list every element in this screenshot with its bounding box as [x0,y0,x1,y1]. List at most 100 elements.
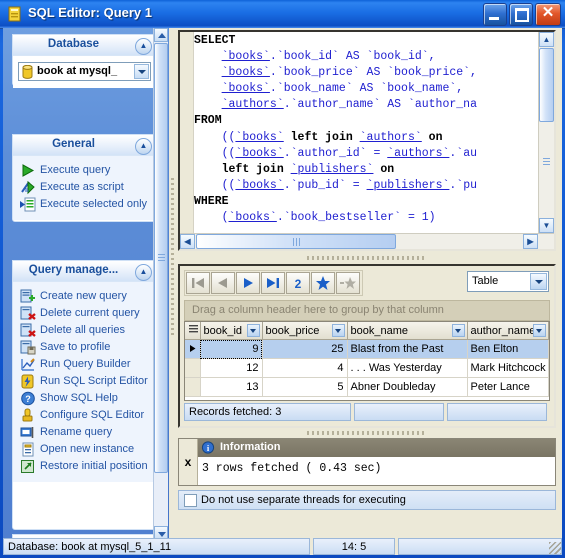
editor-vertical-scrollbar[interactable]: ▲ ▼ [538,32,554,233]
grid-cell[interactable]: Peter Lance [467,377,549,397]
sql-code-text[interactable]: SELECT `books`.`book_id` AS `book_id`, `… [194,33,538,233]
chevron-down-icon[interactable] [533,324,546,337]
sidebar-item-delete-current-query[interactable]: Delete current query [18,305,151,322]
grid-column-header[interactable]: book_price [262,322,348,340]
information-icon: i [201,441,215,455]
row-indicator[interactable] [185,358,201,378]
minimize-button[interactable] [483,3,507,26]
editor-results-splitter[interactable] [178,253,556,263]
grid-column-header[interactable]: author_name [467,322,549,340]
group-by-box[interactable]: Drag a column header here to group by th… [184,300,550,321]
delete-query-icon [20,306,36,321]
grid-column-header[interactable]: book_name [347,322,468,340]
grid-column-label: book_price [265,324,320,337]
chevron-down-icon[interactable] [134,64,149,79]
next-record-button[interactable] [236,272,260,294]
chevron-down-icon[interactable] [530,273,547,290]
grid-cell[interactable]: Abner Doubleday [347,377,468,397]
sidebar-item-create-new-query[interactable]: Create new query [18,288,151,305]
information-panel-title: Information [220,441,281,453]
delete-record-button[interactable] [336,272,360,294]
sidebar-item-label: Execute query [40,164,111,176]
refresh-button[interactable]: 2 [286,272,310,294]
separate-threads-checkbox[interactable] [184,494,197,507]
database-combo[interactable]: book at mysql_ [18,62,151,81]
task-panel-sidebar: Database ▲ book at mysql_ General ▲ Exec… [3,28,168,540]
chevron-up-icon[interactable]: ▲ [135,138,152,155]
sidebar-item-open-new-instance[interactable]: Open new instance [18,441,151,458]
prior-record-button[interactable] [211,272,235,294]
separate-threads-label[interactable]: Do not use separate threads for executin… [201,494,406,506]
sidebar-splitter[interactable] [169,28,176,540]
chevron-up-icon[interactable]: ▲ [135,264,152,281]
chevron-down-icon[interactable] [331,324,345,337]
editor-scroll-up-button[interactable]: ▲ [539,32,554,47]
grid-cell[interactable]: 12 [200,358,263,378]
editor-horizontal-scrollbar[interactable]: ◀ ▶ [180,233,554,249]
sidebar-item-execute-selected-only[interactable]: Execute selected only [18,196,151,213]
grid-cell[interactable]: 5 [262,377,348,397]
grid-cell[interactable]: Blast from the Past [347,339,468,359]
sidebar-scrollbar[interactable] [153,28,168,540]
grid-cell[interactable]: . . . Was Yesterday [347,358,468,378]
sidebar-item-show-sql-help[interactable]: ? Show SQL Help [18,390,151,407]
group-general-header[interactable]: General ▲ [13,135,156,156]
sidebar-item-delete-all-queries[interactable]: Delete all queries [18,322,151,339]
chevron-down-icon[interactable] [451,324,465,337]
editor-scroll-right-button[interactable]: ▶ [523,234,538,249]
sidebar-item-rename-query[interactable]: Rename query [18,424,151,441]
table-row[interactable]: 12 4. . . Was Yesterday Mark Hitchcock [185,358,549,378]
results-info-splitter[interactable] [178,428,556,438]
maximize-button[interactable] [509,3,533,26]
row-indicator[interactable] [185,339,201,359]
sidebar-item-configure-sql-editor[interactable]: Configure SQL Editor [18,407,151,424]
sidebar-item-label: Delete current query [40,307,140,319]
information-panel: x i Information 3 rows fetched ( 0.43 se… [178,438,556,486]
editor-hscroll-thumb[interactable] [196,234,396,249]
sidebar-item-run-query-builder[interactable]: Run Query Builder [18,356,151,373]
sql-editor-area[interactable]: SELECT `books`.`book_id` AS `book_id`, `… [178,30,556,251]
close-information-button[interactable]: x [179,439,198,485]
first-record-button[interactable] [186,272,210,294]
chevron-down-icon[interactable] [246,324,260,337]
grid-select-all-header[interactable] [185,322,201,340]
grid-cell[interactable]: Mark Hitchcock [467,358,549,378]
grid-cell[interactable]: 4 [262,358,348,378]
editor-vscroll-grip [539,154,554,169]
grid-column-header[interactable]: book_id [200,322,263,340]
insert-record-button[interactable] [311,272,335,294]
grid-cell[interactable]: 13 [200,377,263,397]
status-database: Database: book at mysql_5_1_11 [3,538,310,555]
sidebar-item-restore-initial-position[interactable]: Restore initial position [18,458,151,475]
sidebar-item-save-to-profile[interactable]: Save to profile [18,339,151,356]
resize-grip[interactable] [549,542,561,554]
group-query-management-header[interactable]: Query manage... ▲ [13,261,156,282]
table-row[interactable]: 13 5 Abner Doubleday Peter Lance [185,377,549,397]
chevron-up-icon[interactable]: ▲ [135,38,152,55]
sidebar-item-label: Execute selected only [40,198,148,210]
scrollbar-thumb[interactable] [154,43,168,473]
editor-vscroll-thumb[interactable] [539,48,554,122]
view-mode-combo[interactable]: Table [467,271,549,292]
status-cursor-position: 14: 5 [313,538,395,555]
grid-cell[interactable]: 9 [200,339,263,359]
grid-status-panel-3 [447,403,547,421]
last-record-button[interactable] [261,272,285,294]
query-builder-icon [20,357,36,372]
sidebar-item-label: Save to profile [40,341,111,353]
main-pane: SELECT `books`.`book_id` AS `book_id`, `… [176,28,562,540]
grid-cell[interactable]: Ben Elton [467,339,549,359]
sidebar-item-execute-as-script[interactable]: Execute as script [18,179,151,196]
table-row[interactable]: 9 25 Blast from the Past Ben Elton [185,339,549,359]
group-database-header[interactable]: Database ▲ [13,35,156,56]
editor-scroll-down-button[interactable]: ▼ [539,218,554,233]
editor-scroll-left-button[interactable]: ◀ [180,234,195,249]
sidebar-item-execute-query[interactable]: Execute query [18,162,151,179]
grid-cell[interactable]: 25 [262,339,348,359]
scroll-up-button[interactable] [154,28,168,42]
sidebar-item-run-sql-script-editor[interactable]: Run SQL Script Editor [18,373,151,390]
script-run-icon [20,180,36,195]
data-grid[interactable]: book_id book_price book_name author_name 92… [184,321,550,401]
close-button[interactable]: ✕ [535,3,561,26]
row-indicator[interactable] [185,377,201,397]
